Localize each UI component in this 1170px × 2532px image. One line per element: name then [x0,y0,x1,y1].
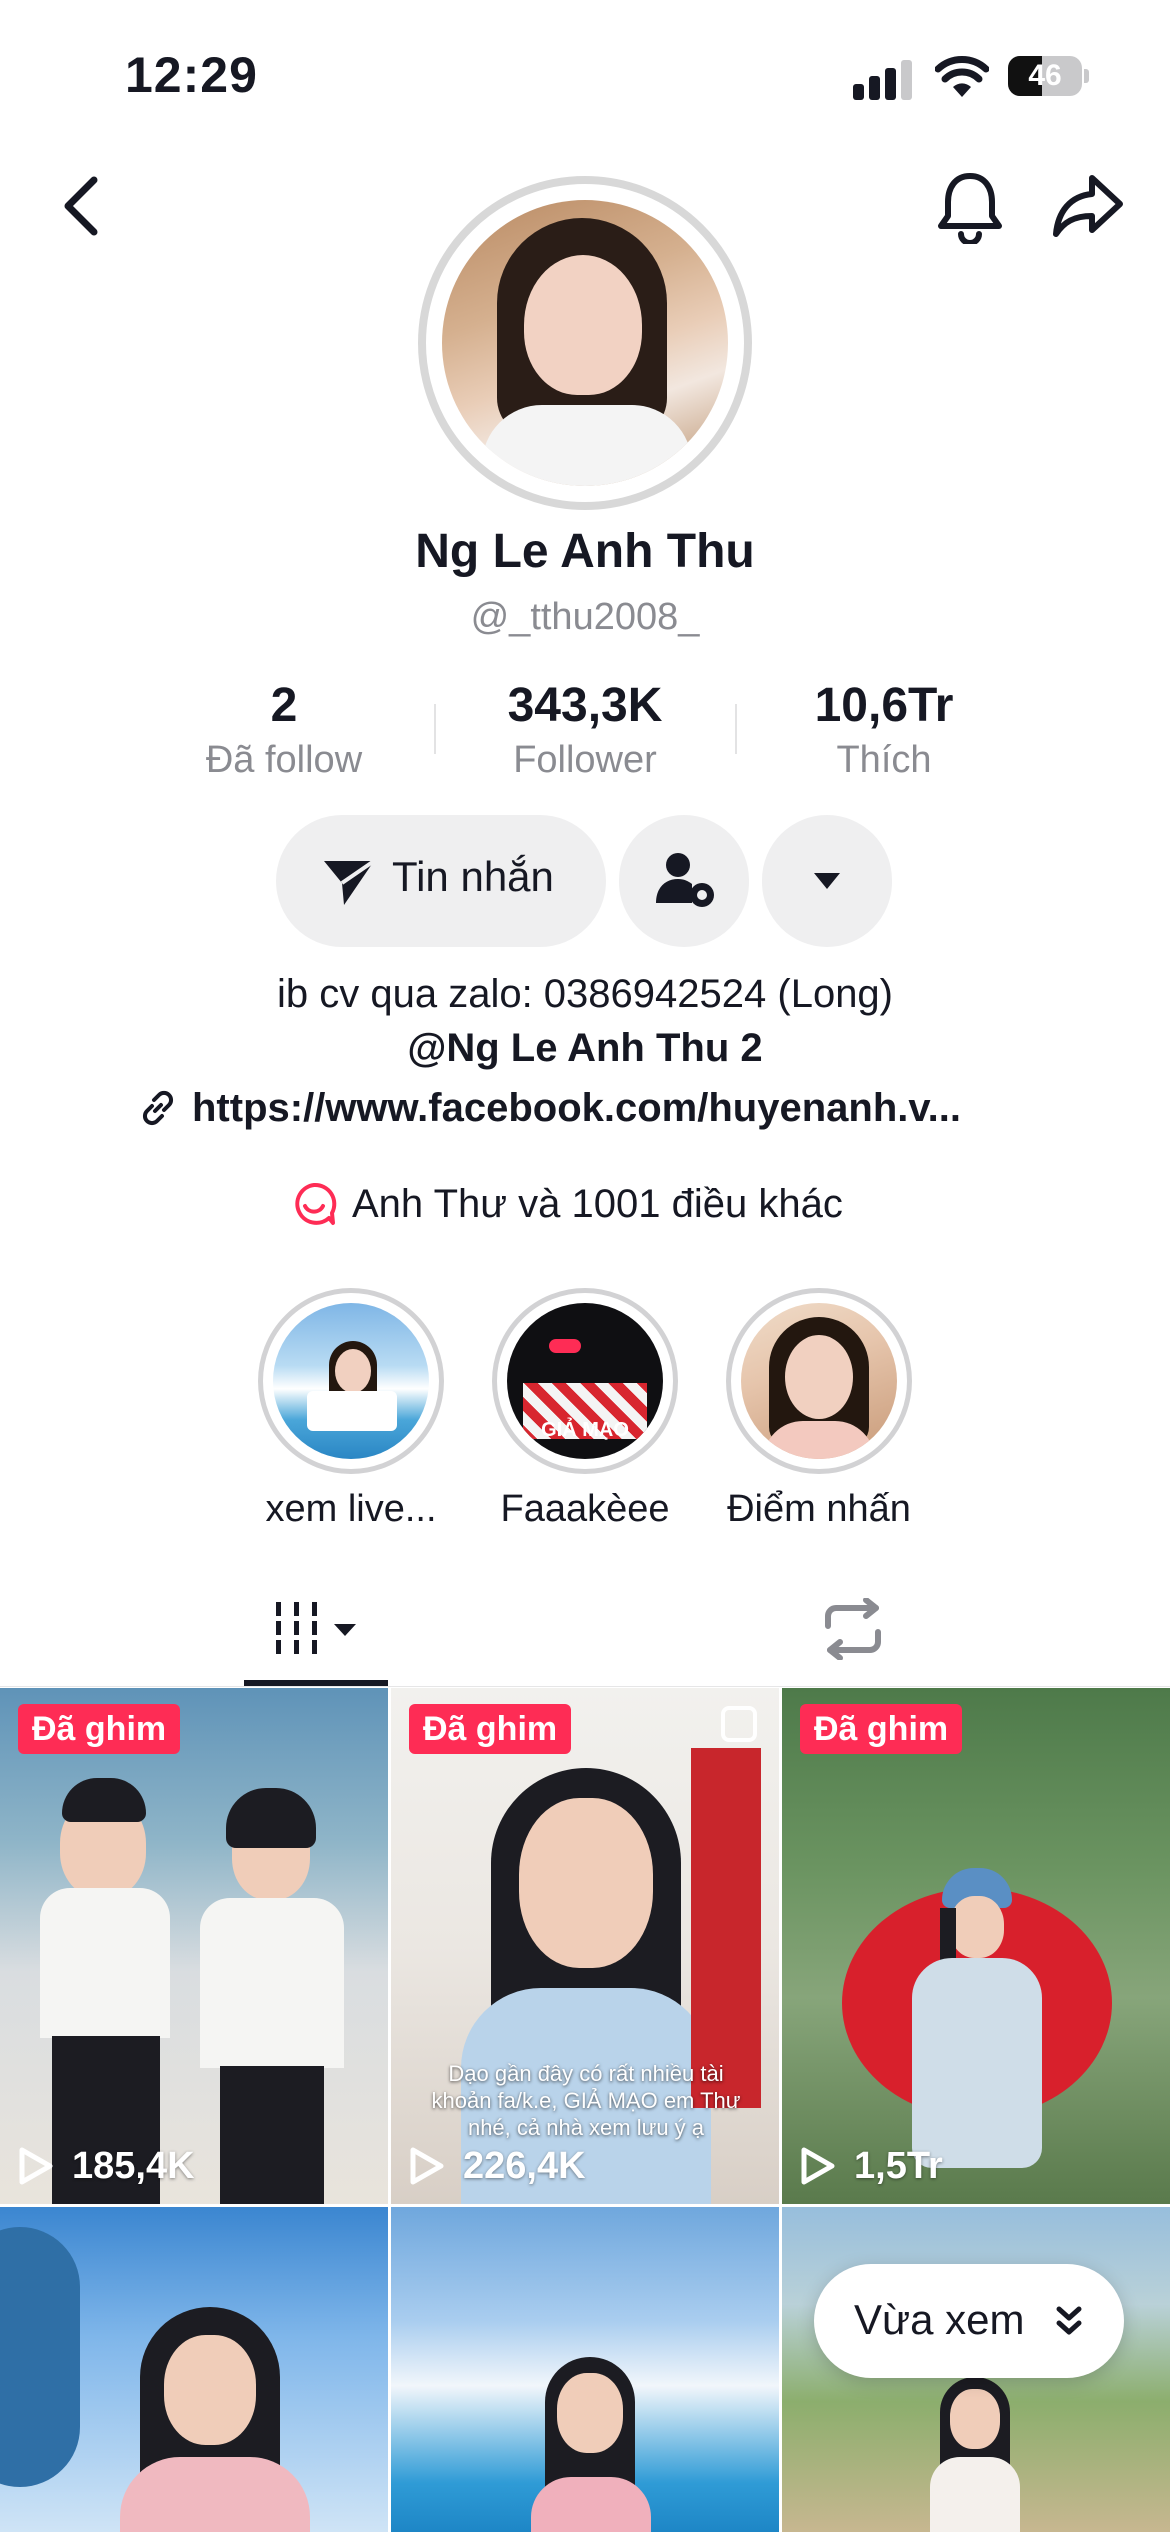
select-checkbox[interactable] [721,1706,757,1742]
highlight-cover [741,1303,897,1459]
stat-following[interactable]: 2 Đã follow [134,678,434,782]
pinned-badge: Đã ghim [800,1704,963,1754]
play-icon [801,2147,835,2185]
status-time: 12:29 [125,47,258,103]
play-icon [410,2147,444,2185]
bio-link-text: https://www.facebook.com/huyenanh.v... [192,1085,961,1130]
view-count: 226,4K [409,2140,586,2192]
group-chat-link[interactable]: Anh Thư và 1001 điều khác [290,1176,843,1232]
status-bar: 12:29 46 [0,0,1170,150]
stat-followers-label: Follower [513,739,657,781]
link-icon [142,1090,174,1126]
highlight-image-text: GIẢ MẠO [541,1419,629,1441]
bio-text: ib cv qua zalo: 0386942524 (Long) [276,972,893,1016]
bio-link[interactable]: https://www.facebook.com/huyenanh.v... [138,1082,961,1134]
profile-avatar[interactable] [418,176,752,510]
view-count-value: 1,5Tr [854,2144,943,2187]
view-count: 1,5Tr [800,2140,943,2192]
pinned-badge: Đã ghim [409,1704,572,1754]
double-chevron-down-icon [1056,2306,1082,2335]
tabs-divider [0,1686,1170,1687]
stat-likes-count: 10,6Tr [814,679,954,732]
battery-indicator: 46 [1008,56,1089,96]
bio-mention[interactable]: @Ng Le Anh Thu 2 [0,1026,1170,1071]
highlight-item[interactable]: GIẢ MẠO Faaakèee [490,1288,680,1531]
tab-videos[interactable] [244,1592,388,1688]
more-options-button[interactable] [762,815,892,947]
profile-handle: @_tthu2008_ [470,596,700,638]
highlight-label: Faaakèee [500,1488,670,1530]
bell-icon[interactable] [935,168,1005,244]
recently-viewed-label: Vừa xem [854,2296,1025,2343]
video-tile[interactable]: Đã ghim 185,4K [0,1688,388,2204]
stat-followers[interactable]: 343,3K Follower [435,678,735,782]
message-button[interactable]: Tin nhắn [276,815,606,947]
highlight-label: Điểm nhấn [727,1488,911,1530]
stat-likes[interactable]: 10,6Tr Thích [734,678,1034,782]
share-arrow-icon[interactable] [1050,170,1126,242]
video-tile[interactable]: Đã ghim Dạo gần đây có rất nhiều tài kho… [391,1688,779,2204]
message-button-label: Tin nhắn [392,853,554,900]
caret-down-icon [334,1624,356,1636]
highlight-item[interactable]: xem live... [256,1288,446,1531]
group-label: Anh Thư và 1001 điều khác [352,1181,843,1226]
pinned-badge: Đã ghim [18,1704,181,1754]
video-tile[interactable] [391,2207,779,2532]
view-count-value: 185,4K [72,2144,195,2187]
add-friend-button[interactable] [619,815,749,947]
highlight-cover: GIẢ MẠO [507,1303,663,1459]
view-count: 185,4K [18,2140,195,2192]
stat-followers-count: 343,3K [507,679,663,732]
stat-following-count: 2 [270,679,298,732]
chat-group-icon [295,1182,337,1225]
stat-likes-label: Thích [836,739,932,781]
highlight-cover [273,1303,429,1459]
back-chevron-icon[interactable] [50,170,110,242]
caret-down-icon [814,873,840,889]
play-icon [19,2147,53,2185]
wifi-icon [935,56,989,97]
highlight-label: xem live... [265,1488,437,1530]
battery-percent: 46 [1028,59,1062,92]
avatar-image [442,200,728,486]
view-count-value: 226,4K [463,2144,586,2187]
repost-icon[interactable] [816,1598,890,1660]
stat-following-label: Đã follow [205,739,363,781]
grid-icon [276,1602,317,1654]
video-tile[interactable]: Đã ghim 1,5Tr [782,1688,1170,2204]
profile-name: Ng Le Anh Thu [415,525,755,578]
recently-viewed-button[interactable]: Vừa xem [814,2264,1124,2378]
video-tile[interactable] [0,2207,388,2532]
person-settings-icon [656,853,714,907]
send-icon [324,859,376,905]
video-caption: Dạo gần đây có rất nhiều tài khoản fa/k.… [431,2061,741,2140]
highlight-item[interactable]: Điểm nhấn [724,1288,914,1531]
cellular-signal-icon [853,60,912,100]
